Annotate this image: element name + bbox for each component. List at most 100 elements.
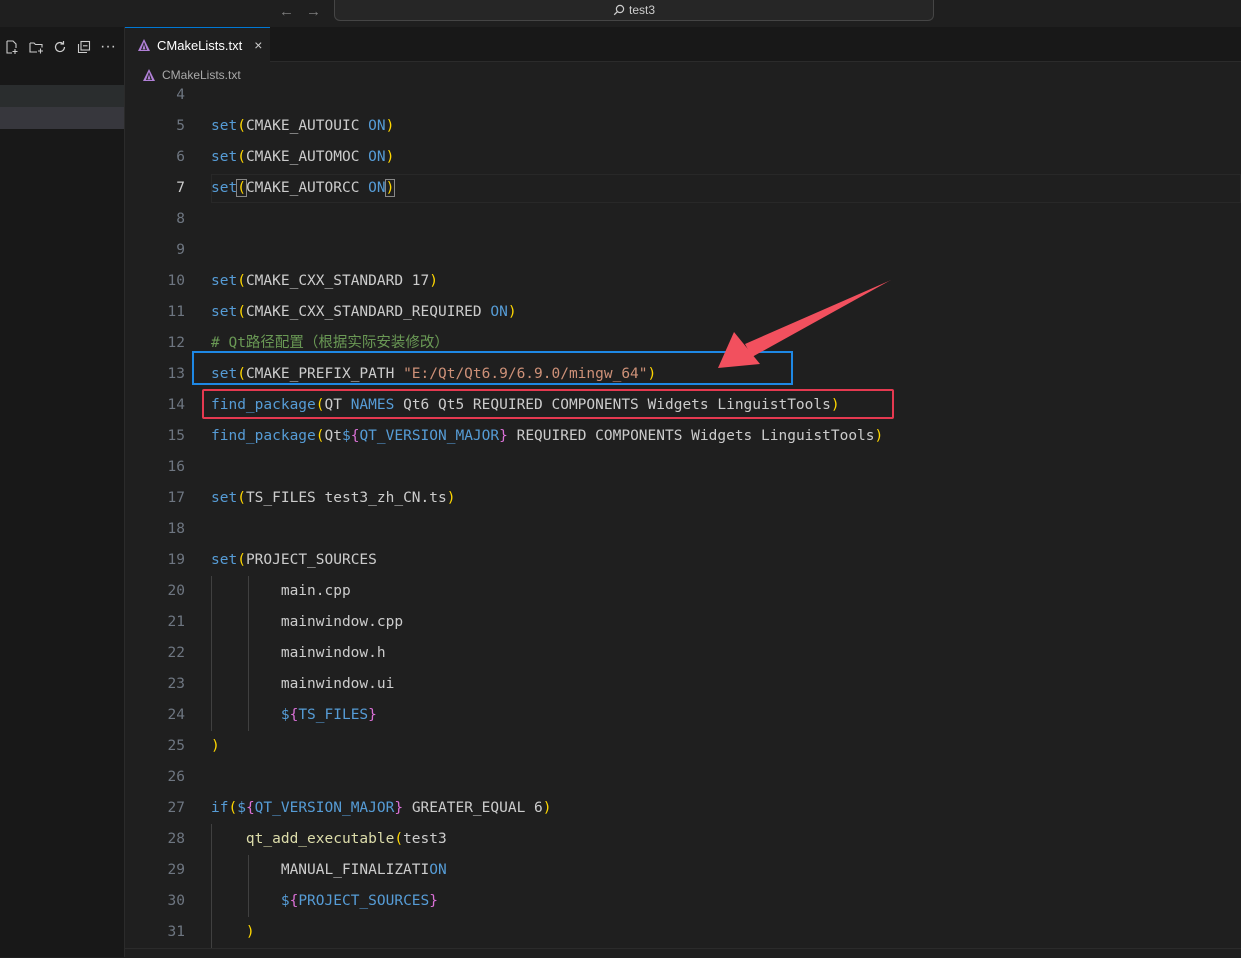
line-number: 7 [176,180,185,196]
code-line[interactable]: 22 mainwindow.h [125,638,1241,669]
line-number: 30 [167,893,185,909]
code-line[interactable]: 19 set(PROJECT_SOURCES [125,545,1241,576]
code-line[interactable]: 23 mainwindow.ui [125,669,1241,700]
line-number: 28 [167,831,185,847]
indent-guide [211,576,212,731]
code-line[interactable]: 28 qt_add_executable(test3 [125,824,1241,855]
code-line[interactable]: 15 find_package(Qt${QT_VERSION_MAJOR} REQ… [125,421,1241,452]
line-number: 9 [176,242,185,258]
collapse-all-icon[interactable] [72,38,96,56]
code-text[interactable]: ) [211,917,255,948]
line-number: 4 [176,87,185,103]
line-number: 16 [167,459,185,475]
line-number: 15 [167,428,185,444]
refresh-icon[interactable] [48,38,72,56]
explorer-toolbar: ··· [0,38,120,56]
code-text[interactable]: set(CMAKE_CXX_STANDARD 17) [211,266,438,297]
code-line[interactable]: 18 [125,514,1241,545]
code-line[interactable]: 17 set(TS_FILES test3_zh_CN.ts) [125,483,1241,514]
code-line[interactable]: 27 if(${QT_VERSION_MAJOR} GREATER_EQUAL 6… [125,793,1241,824]
code-text[interactable]: mainwindow.ui [211,669,395,700]
cmake-icon [138,39,150,51]
breadcrumb-file[interactable]: CMakeLists.txt [162,68,241,82]
code-line[interactable]: 25) [125,731,1241,762]
code-text[interactable]: MANUAL_FINALIZATION [211,855,447,886]
code-line[interactable]: 7 set(CMAKE_AUTORCC ON) [125,173,1241,204]
line-number: 6 [176,149,185,165]
line-number: 18 [167,521,185,537]
line-number: 23 [167,676,185,692]
command-center-search[interactable]: test3 [334,0,934,21]
code-line[interactable]: 24 ${TS_FILES} [125,700,1241,731]
code-line[interactable]: 21 mainwindow.cpp [125,607,1241,638]
code-line[interactable]: 30 ${PROJECT_SOURCES} [125,886,1241,917]
breadcrumb: CMakeLists.txt [142,66,241,84]
code-text[interactable]: ${PROJECT_SOURCES} [211,886,438,917]
line-number: 26 [167,769,185,785]
line-number: 25 [167,738,185,754]
tab-cmakelists[interactable]: CMakeLists.txt × [125,27,270,62]
line-number: 29 [167,862,185,878]
line-number: 10 [167,273,185,289]
code-line[interactable]: 11 set(CMAKE_CXX_STANDARD_REQUIRED ON) [125,297,1241,328]
line-number: 11 [167,304,185,320]
line-number: 31 [167,924,185,940]
line-number: 21 [167,614,185,630]
line-number: 19 [167,552,185,568]
code-text[interactable]: ) [211,731,220,762]
code-line[interactable]: 26 [125,762,1241,793]
code-line[interactable]: 10 set(CMAKE_CXX_STANDARD 17) [125,266,1241,297]
more-icon[interactable]: ··· [96,38,120,56]
code-text[interactable]: qt_add_executable(test3 [211,824,447,855]
line-number: 17 [167,490,185,506]
line-number: 5 [176,118,185,134]
tab-bar: CMakeLists.txt × [125,27,1241,62]
tab-label: CMakeLists.txt [157,37,243,53]
line-number: 14 [167,397,185,413]
line-number: 8 [176,211,185,227]
close-icon[interactable]: × [254,37,262,53]
code-text[interactable]: main.cpp [211,576,351,607]
explorer-hover-row[interactable] [0,85,124,107]
code-line[interactable]: 9 [125,235,1241,266]
code-text[interactable]: mainwindow.cpp [211,607,403,638]
code-editor[interactable]: 4 5 set(CMAKE_AUTOUIC ON) 6 set(CMAKE_AUTOMO… [125,86,1241,957]
code-line[interactable]: 16 [125,452,1241,483]
code-line[interactable]: 5 set(CMAKE_AUTOUIC ON) [125,111,1241,142]
cmake-icon [143,69,155,81]
title-bar: ← → test3 [0,0,1241,27]
line-number: 20 [167,583,185,599]
indent-guide [248,855,249,917]
search-icon [613,4,625,16]
code-text[interactable]: set(CMAKE_CXX_STANDARD_REQUIRED ON) [211,297,517,328]
new-folder-icon[interactable] [24,38,48,56]
code-line[interactable]: 4 [125,86,1241,111]
explorer-sidebar: ··· [0,27,125,957]
code-line[interactable]: 29 MANUAL_FINALIZATION [125,855,1241,886]
indent-guide [248,576,249,731]
search-text: test3 [628,3,655,17]
code-text[interactable]: find_package(Qt${QT_VERSION_MAJOR} REQUI… [211,421,883,452]
code-text[interactable]: set(CMAKE_AUTOUIC ON) [211,111,394,142]
line-number: 13 [167,366,185,382]
arrow-left-icon[interactable]: ← [279,3,294,20]
explorer-selected-row[interactable] [0,107,124,129]
code-text[interactable]: set(CMAKE_AUTORCC ON) [211,173,396,204]
code-text[interactable]: set(TS_FILES test3_zh_CN.ts) [211,483,455,514]
code-line[interactable]: 31 ) [125,917,1241,948]
line-number: 24 [167,707,185,723]
code-text[interactable]: set(PROJECT_SOURCES [211,545,377,576]
code-line[interactable]: 6 set(CMAKE_AUTOMOC ON) [125,142,1241,173]
line-number: 12 [167,335,185,351]
code-line[interactable]: 8 [125,204,1241,235]
highlight-box-blue [192,351,793,385]
new-file-icon[interactable] [0,38,24,56]
code-text[interactable]: mainwindow.h [211,638,386,669]
code-text[interactable]: ${TS_FILES} [211,700,377,731]
arrow-right-icon[interactable]: → [306,3,321,20]
code-text[interactable]: set(CMAKE_AUTOMOC ON) [211,142,394,173]
line-number: 22 [167,645,185,661]
indent-guide [211,824,212,957]
code-line[interactable]: 20 main.cpp [125,576,1241,607]
code-text[interactable]: if(${QT_VERSION_MAJOR} GREATER_EQUAL 6) [211,793,552,824]
